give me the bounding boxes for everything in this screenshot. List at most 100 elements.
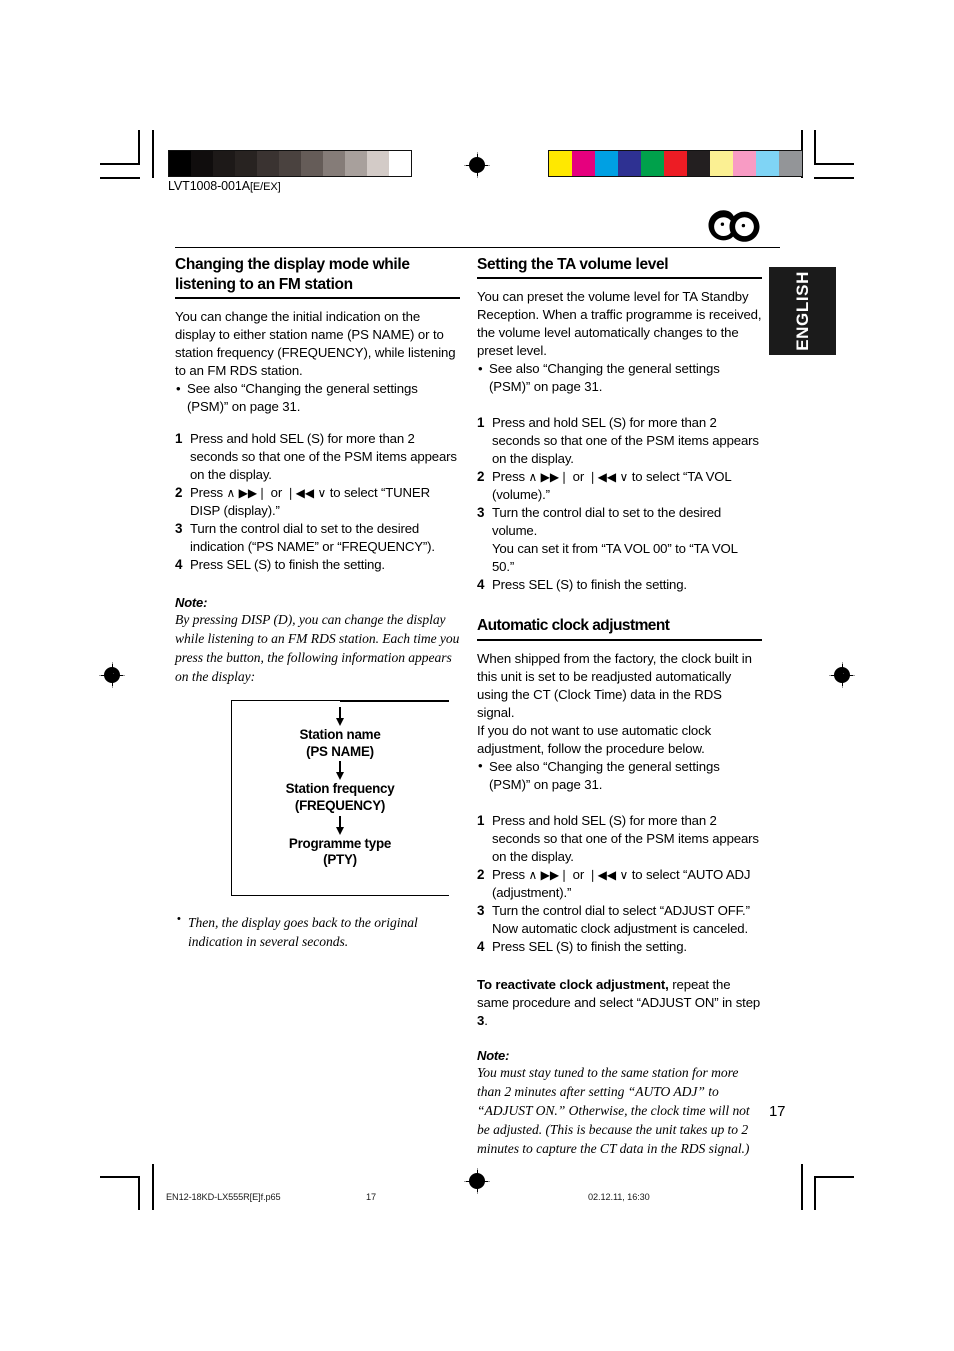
step-text-pre: Press xyxy=(492,469,529,485)
up-next-track-icon: ∧ ▶▶❘ xyxy=(528,470,570,485)
step-number: 2 xyxy=(477,469,485,485)
grayscale-patch-1 xyxy=(191,151,213,176)
header-divider-rule xyxy=(175,247,780,249)
diagram-item-line2: (PTY) xyxy=(323,852,357,868)
diagram-frame-bottom-right xyxy=(340,894,449,897)
language-tab-english: ENGLISH xyxy=(769,267,836,355)
footer-page: 17 xyxy=(366,1192,377,1202)
diagram-item-line2: (FREQUENCY) xyxy=(294,797,386,813)
grayscale-patch-3 xyxy=(235,151,257,176)
list-item: See also “Changing the general settings … xyxy=(477,757,762,794)
page-number: 17 xyxy=(769,1103,786,1120)
crop-mark-top-left-h2 xyxy=(100,177,140,179)
display-mode-cycle-diagram: Station name (PS NAME) Station frequency… xyxy=(231,700,449,897)
section3-bullet-list: See also “Changing the general settings … xyxy=(477,757,762,794)
crop-mark-bottom-left-h xyxy=(100,1176,140,1178)
color-patch-9 xyxy=(756,151,779,176)
step-number: 3 xyxy=(477,902,485,918)
color-patch-3 xyxy=(618,151,641,176)
color-patch-5 xyxy=(664,151,687,176)
diagram-item-line1: Station name xyxy=(299,727,381,743)
color-patch-1 xyxy=(572,151,595,176)
diagram-item: Programme type (PTY) xyxy=(231,836,449,869)
color-patch-4 xyxy=(641,151,664,176)
step-text-mid: or xyxy=(267,485,286,501)
color-patch-8 xyxy=(733,151,756,176)
document-code-main: LVT1008-001A xyxy=(168,179,250,193)
footer-timestamp: 02.12.11, 16:30 xyxy=(588,1192,650,1202)
diagram-item: Station name (PS NAME) xyxy=(231,727,449,760)
step-item: 1 Press and hold SEL (S) for more than 2 … xyxy=(175,430,460,484)
note-body: You must stay tuned to the same station … xyxy=(477,1064,750,1157)
step-item: 4 Press SEL (S) to finish the setting. xyxy=(477,938,762,956)
step-text-pre: Press xyxy=(492,866,529,882)
note-label: Note: xyxy=(477,1047,510,1063)
section2-bullet-list: See also “Changing the general settings … xyxy=(477,360,762,396)
step-number: 1 xyxy=(175,431,183,447)
step-number: 4 xyxy=(175,557,183,573)
right-column: Setting the TA volume level You can pres… xyxy=(477,255,762,1159)
up-next-track-icon: ∧ ▶▶❘ xyxy=(226,486,268,501)
crop-mark-top-left-h xyxy=(100,163,140,165)
step-item: 1 Press and hold SEL (S) for more than 2 … xyxy=(477,812,762,866)
grayscale-patch-9 xyxy=(367,151,389,176)
step-text: Press SEL (S) to finish the setting. xyxy=(492,938,687,954)
reactivate-end: . xyxy=(484,1012,488,1028)
crop-mark-bottom-right-v2 xyxy=(801,1164,803,1210)
grayscale-patch-5 xyxy=(279,151,301,176)
step-item: 4 Press SEL (S) to finish the setting. xyxy=(175,556,460,574)
section-heading-display-mode: Changing the display mode while listenin… xyxy=(175,255,460,300)
document-code-suffix: [E/EX] xyxy=(249,181,281,193)
step-item: 3 Turn the control dial to select “ADJUST… xyxy=(477,902,762,938)
list-item: See also “Changing the general settings … xyxy=(175,380,460,416)
step-text: Press and hold SEL (S) for more than 2 s… xyxy=(492,415,759,467)
crop-mark-top-right-v xyxy=(814,130,816,164)
step-number: 1 xyxy=(477,812,485,828)
crop-mark-top-left-v2 xyxy=(152,130,154,178)
grayscale-patch-2 xyxy=(213,151,235,176)
step-number: 3 xyxy=(175,521,183,537)
step-subtext: You can set it from “TA VOL 00” to “TA V… xyxy=(492,541,738,575)
prev-track-down-icon: ❘◀◀ ∨ xyxy=(587,867,629,882)
step-text: Press and hold SEL (S) for more than 2 s… xyxy=(492,812,759,864)
crop-mark-top-left-v xyxy=(138,130,140,164)
section-heading-ta-volume: Setting the TA volume level xyxy=(477,255,762,280)
color-calibration-bar xyxy=(548,150,803,177)
section1-intro: You can change the initial indication on… xyxy=(175,309,456,379)
note-body: By pressing DISP (D), you can change the… xyxy=(175,611,460,684)
note-label: Note: xyxy=(175,594,208,610)
crop-mark-top-right-h xyxy=(814,163,854,165)
step-text: Turn the control dial to set to the desi… xyxy=(492,505,722,539)
grayscale-patch-8 xyxy=(345,151,367,176)
section1-after-note-bullets: Then, the display goes back to the origi… xyxy=(175,912,460,951)
step-text: Press SEL (S) to finish the setting. xyxy=(190,557,385,573)
step-number: 2 xyxy=(477,866,485,882)
section1-bullet-list: See also “Changing the general settings … xyxy=(175,380,460,416)
step-text: Press SEL (S) to finish the setting. xyxy=(492,577,687,593)
step-number: 4 xyxy=(477,577,485,593)
crop-mark-bottom-right-v xyxy=(814,1176,816,1210)
crop-mark-bottom-left-v xyxy=(138,1176,140,1210)
up-next-track-icon: ∧ ▶▶❘ xyxy=(528,867,570,882)
rds-double-circle-logo xyxy=(707,209,761,248)
step-number: 2 xyxy=(175,485,183,501)
diagram-item-line2: (PS NAME) xyxy=(306,743,374,759)
crop-mark-top-right-h2 xyxy=(814,177,854,179)
grayscale-patch-0 xyxy=(169,151,191,176)
step-text: Turn the control dial to set to the desi… xyxy=(190,521,435,555)
diagram-item-line1: Programme type xyxy=(288,835,392,851)
color-patch-6 xyxy=(687,151,710,176)
step-number: 3 xyxy=(477,505,485,521)
step-item: 4 Press SEL (S) to finish the setting. xyxy=(477,576,762,594)
registration-mark-left xyxy=(99,662,125,688)
grayscale-patch-10 xyxy=(389,151,411,176)
arrow-down-icon xyxy=(335,707,346,727)
arrow-down-icon xyxy=(335,761,346,781)
diagram-items: Station name (PS NAME) Station frequency… xyxy=(231,700,449,869)
reactivate-bold: To reactivate clock adjustment, xyxy=(477,976,669,992)
color-patch-0 xyxy=(549,151,572,176)
color-patch-10 xyxy=(779,151,802,176)
step-item: 2 Press ∧ ▶▶❘ or ❘◀◀ ∨ to select “AUTO AD… xyxy=(477,866,762,902)
language-tab-label: ENGLISH xyxy=(792,271,812,351)
left-column: Changing the display mode while listenin… xyxy=(175,255,460,951)
